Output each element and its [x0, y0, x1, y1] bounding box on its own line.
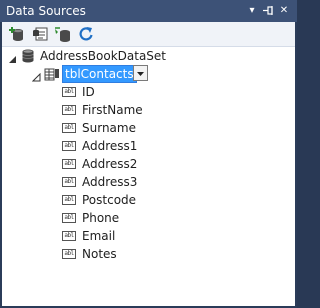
panel-title-bar: Data Sources ▾ ✕ [0, 0, 297, 23]
field-label: Email [82, 229, 116, 243]
textbox-field-icon: abl [62, 195, 76, 205]
textbox-field-icon: abl [62, 87, 76, 97]
table-control-type-dropdown[interactable] [133, 65, 148, 81]
textbox-field-icon: abl [62, 177, 76, 187]
datatable-icon [44, 66, 60, 82]
field-label: FirstName [82, 103, 143, 117]
field-label: Address3 [82, 175, 138, 189]
field-label: Address2 [82, 157, 138, 171]
field-label: ID [82, 85, 95, 99]
field-label: Address1 [82, 139, 138, 153]
data-sources-panel: Data Sources ▾ ✕ AddressBookDataSet tblC… [0, 0, 297, 308]
field-label: Postcode [82, 193, 137, 207]
textbox-field-icon: abl [62, 231, 76, 241]
field-label: Notes [82, 247, 117, 261]
edit-dataset-designer-icon[interactable] [31, 25, 49, 43]
textbox-field-icon: abl [62, 123, 76, 133]
textbox-field-icon: abl [62, 159, 76, 169]
auto-hide-pin-icon[interactable] [261, 3, 275, 18]
table-label-selected[interactable]: tblContacts [62, 65, 137, 83]
textbox-field-icon: abl [62, 249, 76, 259]
collapse-triangle-icon[interactable] [8, 51, 17, 63]
dataset-icon [20, 48, 36, 64]
add-data-source-icon[interactable] [8, 25, 26, 43]
collapse-triangle-icon[interactable] [31, 69, 41, 82]
field-label: Phone [82, 211, 120, 225]
panel-title: Data Sources [6, 4, 86, 18]
configure-dataset-wizard-icon[interactable] [54, 25, 72, 43]
close-icon[interactable]: ✕ [277, 3, 291, 18]
dataset-label: AddressBookDataSet [40, 49, 167, 63]
textbox-field-icon: abl [62, 105, 76, 115]
toolbar [2, 22, 295, 47]
textbox-field-icon: abl [62, 141, 76, 151]
textbox-field-icon: abl [62, 213, 76, 223]
field-label: Surname [82, 121, 136, 135]
refresh-icon[interactable] [77, 25, 95, 43]
window-position-dropdown-icon[interactable]: ▾ [245, 3, 259, 18]
data-sources-content: AddressBookDataSet tblContacts abl ID ab… [2, 22, 295, 306]
